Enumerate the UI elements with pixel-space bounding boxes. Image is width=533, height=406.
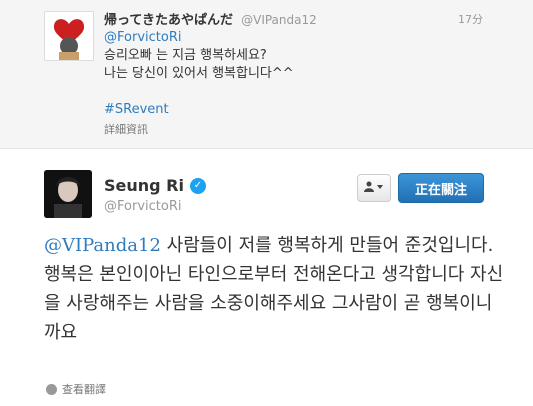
display-name[interactable]: Seung Ri (104, 176, 184, 195)
timestamp[interactable]: 17分 (458, 11, 483, 27)
tweet-header: 帰ってきたあやぱんだ @VIPanda12 (104, 9, 317, 28)
globe-icon (46, 383, 57, 395)
user-handle[interactable]: @ForvictoRi (104, 199, 181, 214)
avatar[interactable] (44, 170, 92, 218)
tweet-text: @VIPanda12 사람들이 저를 행복하게 만들어 준것입니다. 행복은 본… (44, 231, 504, 347)
display-name[interactable]: 帰ってきたあやぱんだ (104, 13, 233, 28)
reply-tweet: 帰ってきたあやぱんだ @VIPanda12 17分 @ForvictoRi 승리… (0, 0, 533, 149)
display-name-row: Seung Ri ✓ (104, 176, 206, 195)
translate-label[interactable]: 查看翻譯 (62, 381, 106, 397)
tweet-line: 나는 당신이 있어서 행복합니다^^ (104, 66, 294, 81)
translate-link[interactable]: 查看翻譯 (46, 381, 106, 397)
user-handle[interactable]: @VIPanda12 (241, 13, 317, 27)
hashtag-link[interactable]: #SRevent (104, 102, 169, 117)
tweet-text: @ForvictoRi 승리오빠 는 지금 행복하세요? 나는 당신이 있어서 … (104, 29, 294, 119)
mention-link[interactable]: @VIPanda12 (44, 235, 161, 256)
tweet-line: 승리오빠 는 지금 행복하세요? (104, 48, 267, 63)
verified-badge-icon: ✓ (189, 177, 206, 194)
user-dropdown-button[interactable] (357, 174, 391, 202)
user-dropdown-icon (364, 181, 384, 196)
mention-link[interactable]: @ForvictoRi (104, 30, 181, 45)
following-button[interactable]: 正在關注 (398, 173, 484, 203)
details-link[interactable]: 詳細資訊 (104, 121, 148, 137)
avatar[interactable] (44, 11, 94, 61)
main-tweet: Seung Ri ✓ @ForvictoRi 正在關注 @VIPanda12 사… (0, 149, 533, 406)
